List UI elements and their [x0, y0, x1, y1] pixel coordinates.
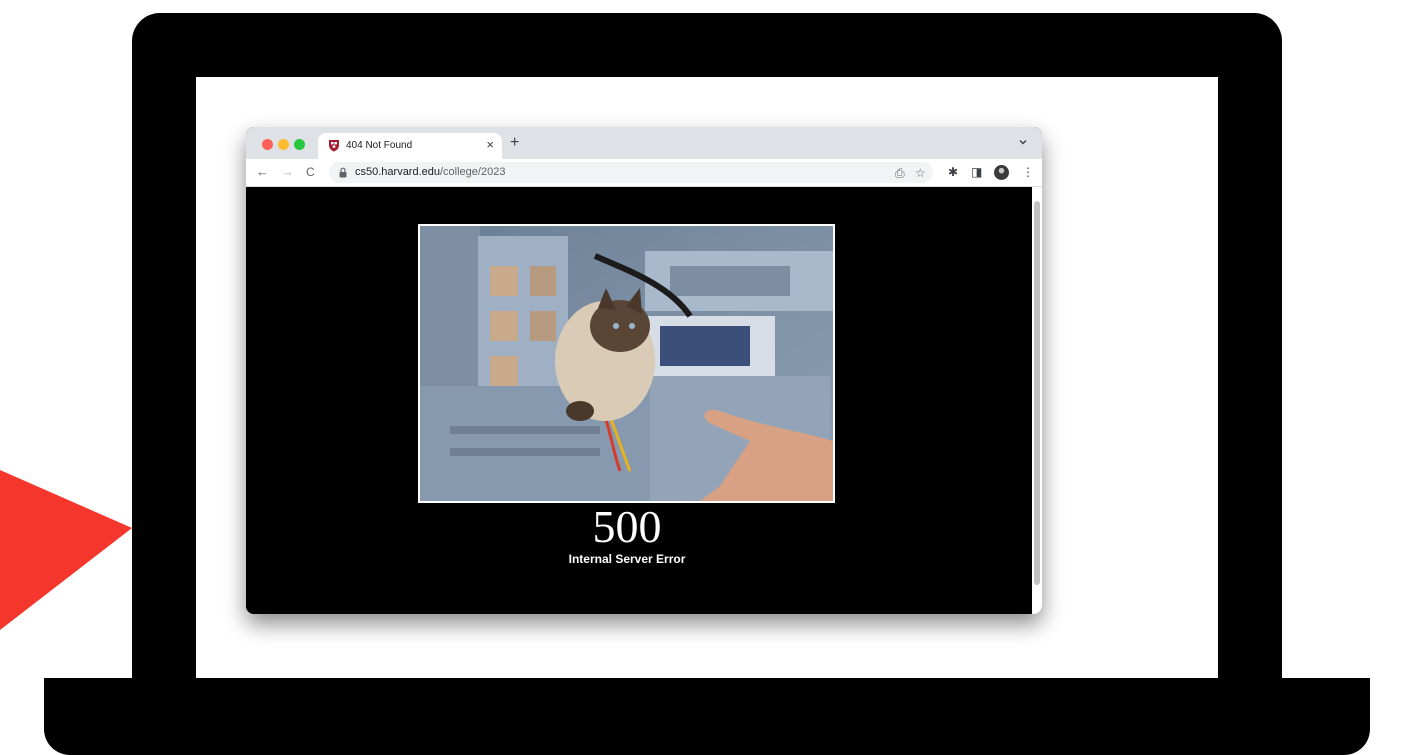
error-code: 500 — [592, 501, 662, 552]
side-panel-icon[interactable]: ◨ — [971, 165, 982, 179]
reload-icon[interactable]: C — [306, 164, 315, 180]
scrollbar-thumb[interactable] — [1034, 201, 1040, 585]
star-icon[interactable]: ☆ — [915, 166, 926, 180]
address-bar[interactable]: cs50.harvard.edu/college/2023 ⎙ ☆ — [329, 162, 933, 183]
chevron-down-icon[interactable] — [1018, 137, 1028, 147]
tab-title: 404 Not Found — [346, 140, 413, 151]
browser-window: 404 Not Found × + ← → C cs50.harvard.edu… — [246, 127, 1042, 614]
tab-404-not-found[interactable]: 404 Not Found × — [318, 133, 502, 159]
laptop-base — [44, 678, 1370, 755]
error-message: Internal Server Error — [568, 552, 686, 566]
share-icon[interactable]: ⎙ — [895, 166, 905, 180]
url-host: cs50.harvard.edu — [355, 166, 440, 178]
back-icon[interactable]: ← — [256, 164, 269, 180]
new-tab-button[interactable]: + — [510, 134, 519, 152]
scrollbar-track[interactable] — [1032, 187, 1042, 614]
page-viewport: 500 Internal Server Error — [246, 187, 1032, 614]
lock-icon[interactable] — [339, 167, 347, 178]
shield-icon — [329, 140, 339, 152]
browser-toolbar: ← → C cs50.harvard.edu/college/2023 ⎙ ☆ … — [246, 159, 1042, 187]
url-text: cs50.harvard.edu/college/2023 — [355, 166, 505, 178]
avatar[interactable] — [994, 165, 1009, 180]
tab-close-icon[interactable]: × — [486, 137, 494, 153]
photo-illustration — [420, 226, 833, 501]
window-close-button[interactable] — [262, 139, 273, 150]
window-minimize-button[interactable] — [278, 139, 289, 150]
forward-icon[interactable]: → — [281, 164, 294, 180]
url-path: /college/2023 — [440, 166, 506, 178]
cat-in-computer-image — [418, 224, 835, 503]
window-maximize-button[interactable] — [294, 139, 305, 150]
puzzle-icon[interactable]: ✱ — [948, 165, 958, 179]
kebab-menu-icon[interactable]: ⋮ — [1022, 165, 1034, 179]
tab-strip: 404 Not Found × + — [246, 127, 1042, 159]
